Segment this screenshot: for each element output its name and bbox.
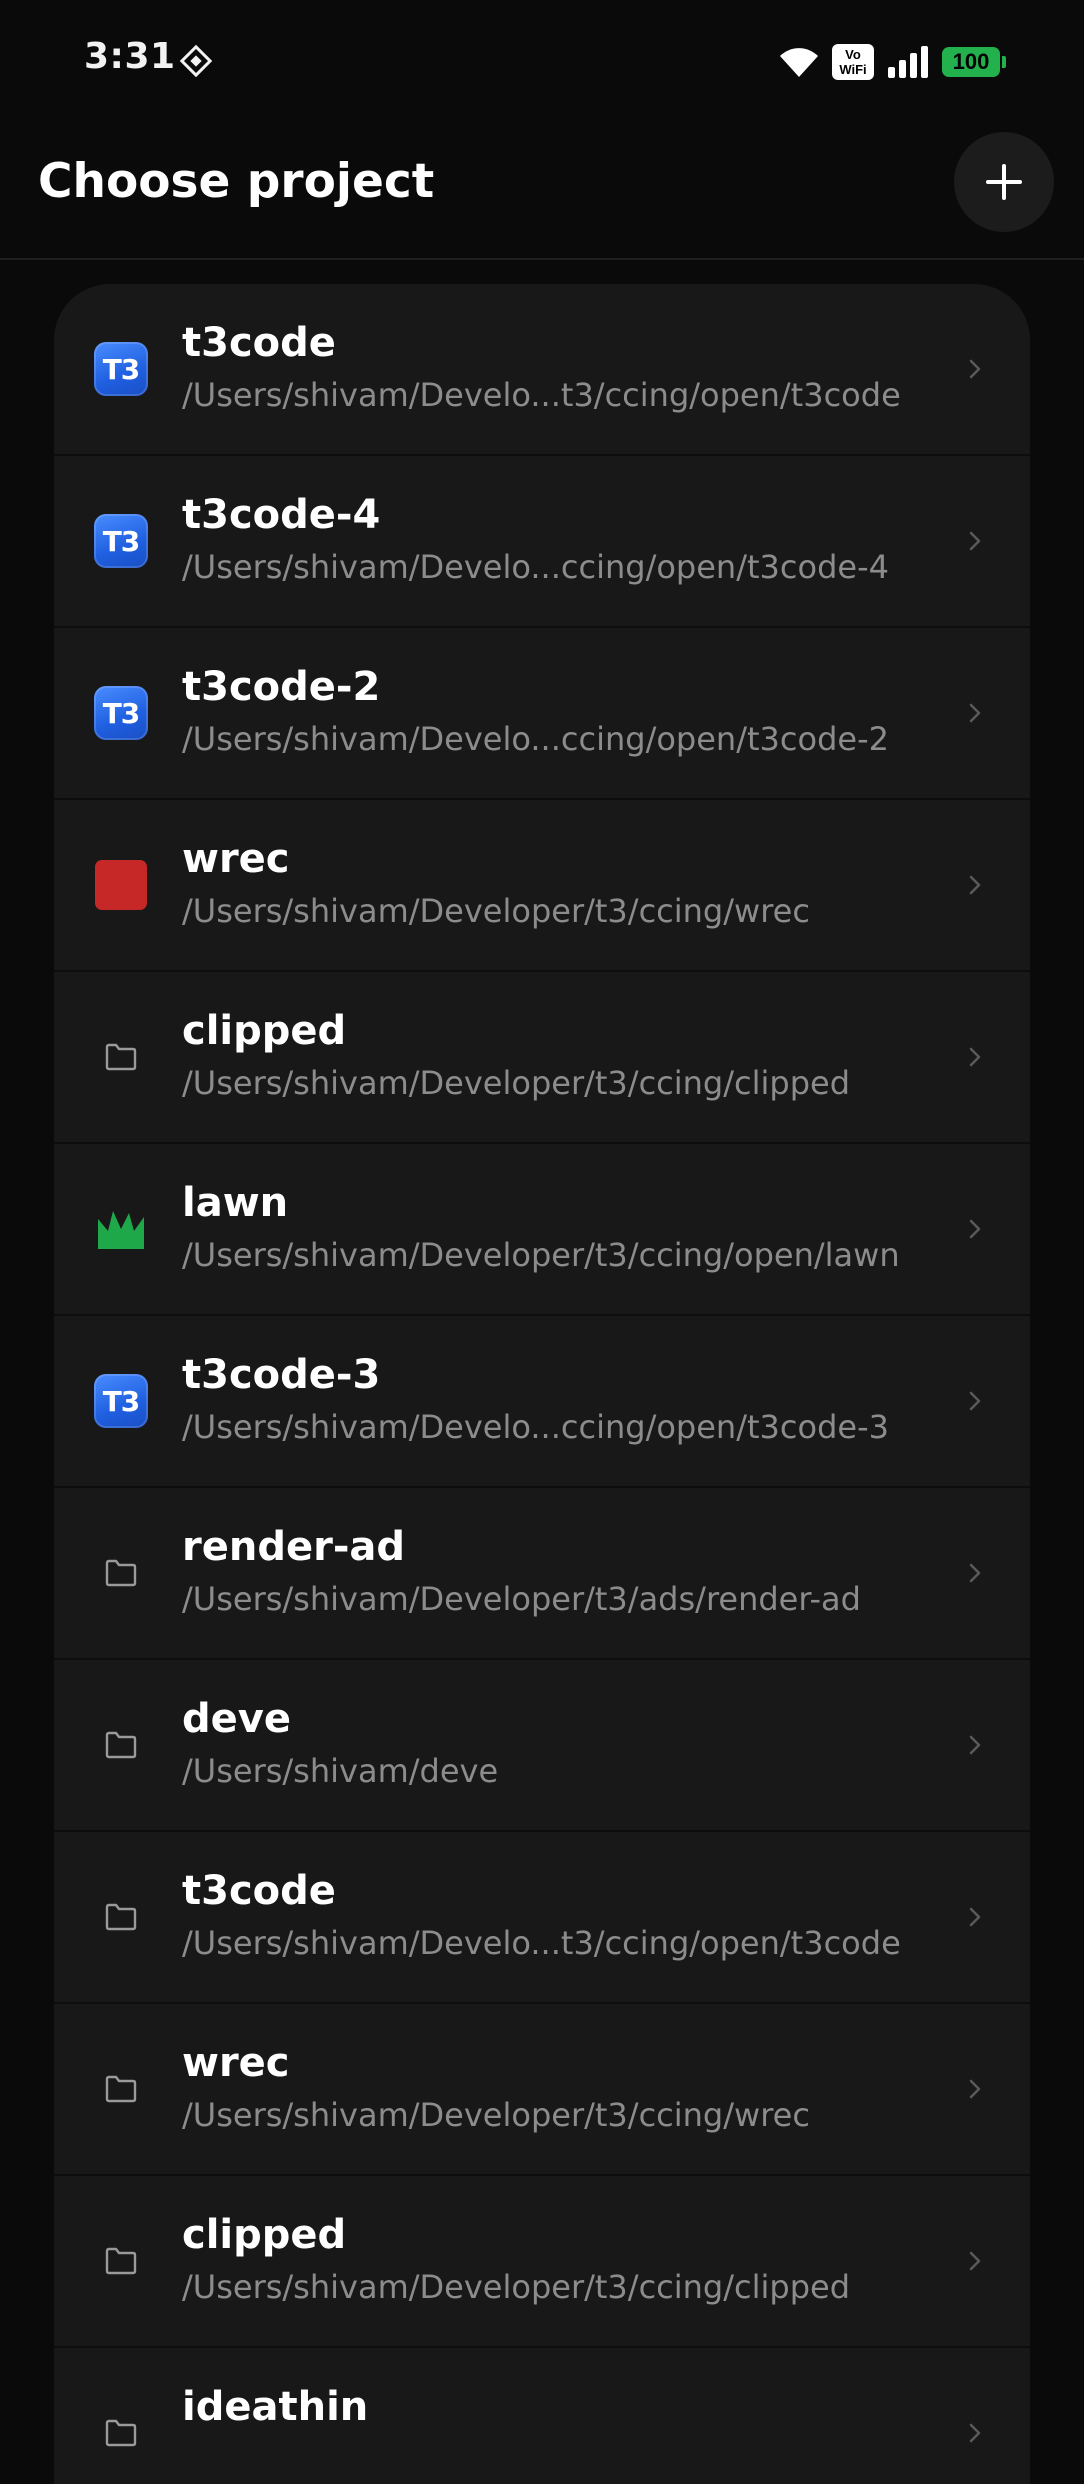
project-path: /Users/shivam/Develo...t3/ccing/open/t3c… bbox=[182, 376, 901, 414]
chevron-right-icon bbox=[969, 531, 981, 551]
project-row-12[interactable]: ideathin bbox=[54, 2348, 1030, 2484]
project-row-9[interactable]: t3code /Users/shivam/Develo...t3/ccing/o… bbox=[54, 1832, 1030, 2004]
project-icon bbox=[94, 2406, 148, 2460]
project-row-10[interactable]: wrec /Users/shivam/Developer/t3/ccing/wr… bbox=[54, 2004, 1030, 2176]
vowifi-top-label: Vo bbox=[845, 47, 861, 62]
project-icon: T3 bbox=[94, 686, 148, 740]
project-list: T3 t3code /Users/shivam/Develo...t3/ccin… bbox=[54, 284, 1030, 2484]
folder-icon bbox=[105, 1043, 137, 1071]
project-path: /Users/shivam/deve bbox=[182, 1752, 499, 1790]
project-name: wrec bbox=[182, 2040, 290, 2086]
battery-icon: 100 bbox=[942, 47, 1006, 77]
project-name: deve bbox=[182, 1696, 291, 1742]
t3-icon: T3 bbox=[94, 342, 148, 396]
project-name: render-ad bbox=[182, 1524, 406, 1570]
project-icon bbox=[94, 1546, 148, 1600]
chevron-right-icon bbox=[969, 875, 981, 895]
project-path: /Users/shivam/Developer/t3/ccing/clipped bbox=[182, 1064, 851, 1102]
project-path: /Users/shivam/Developer/t3/ads/render-ad bbox=[182, 1580, 861, 1618]
project-name: t3code-4 bbox=[182, 492, 381, 538]
project-row-4[interactable]: clipped /Users/shivam/Developer/t3/ccing… bbox=[54, 972, 1030, 1144]
project-icon bbox=[94, 1890, 148, 1944]
project-name: lawn bbox=[182, 1180, 289, 1226]
project-icon: T3 bbox=[94, 342, 148, 396]
status-bar: 3:31 Vo WiFi 100 bbox=[0, 0, 1084, 124]
folder-icon bbox=[105, 1903, 137, 1931]
project-row-2[interactable]: T3 t3code-2 /Users/shivam/Develo...ccing… bbox=[54, 628, 1030, 800]
chevron-right-icon bbox=[969, 1219, 981, 1239]
project-row-0[interactable]: T3 t3code /Users/shivam/Develo...t3/ccin… bbox=[54, 284, 1030, 456]
chevron-right-icon bbox=[969, 2423, 981, 2443]
folder-icon bbox=[105, 1559, 137, 1587]
project-row-7[interactable]: render-ad /Users/shivam/Developer/t3/ads… bbox=[54, 1488, 1030, 1660]
project-icon bbox=[94, 2234, 148, 2288]
app-notification-icon bbox=[179, 44, 213, 78]
folder-icon bbox=[105, 2247, 137, 2275]
t3-icon: T3 bbox=[94, 686, 148, 740]
project-path: /Users/shivam/Developer/t3/ccing/clipped bbox=[182, 2268, 851, 2306]
project-icon: T3 bbox=[94, 514, 148, 568]
battery-tip bbox=[1002, 56, 1006, 68]
folder-icon bbox=[105, 2075, 137, 2103]
chevron-right-icon bbox=[969, 2251, 981, 2271]
project-path: /Users/shivam/Developer/t3/ccing/open/la… bbox=[182, 1236, 900, 1274]
project-name: wrec bbox=[182, 836, 290, 882]
project-path: /Users/shivam/Developer/t3/ccing/wrec bbox=[182, 2096, 810, 2134]
project-name: t3code bbox=[182, 320, 336, 366]
project-row-5[interactable]: lawn /Users/shivam/Developer/t3/ccing/op… bbox=[54, 1144, 1030, 1316]
project-path: /Users/shivam/Develo...t3/ccing/open/t3c… bbox=[182, 1924, 901, 1962]
project-path: /Users/shivam/Develo...ccing/open/t3code… bbox=[182, 720, 889, 758]
status-icons: Vo WiFi 100 bbox=[778, 40, 1006, 84]
project-path: /Users/shivam/Develo...ccing/open/t3code… bbox=[182, 1408, 889, 1446]
project-row-3[interactable]: wrec /Users/shivam/Developer/t3/ccing/wr… bbox=[54, 800, 1030, 972]
project-row-8[interactable]: deve /Users/shivam/deve bbox=[54, 1660, 1030, 1832]
project-row-6[interactable]: T3 t3code-3 /Users/shivam/Develo...ccing… bbox=[54, 1316, 1030, 1488]
project-name: clipped bbox=[182, 1008, 347, 1054]
vowifi-icon: Vo WiFi bbox=[832, 44, 874, 80]
project-icon: T3 bbox=[94, 1374, 148, 1428]
add-project-button[interactable] bbox=[954, 132, 1054, 232]
chevron-right-icon bbox=[969, 1735, 981, 1755]
chevron-right-icon bbox=[969, 1391, 981, 1411]
project-path: /Users/shivam/Develo...ccing/open/t3code… bbox=[182, 548, 889, 586]
project-icon bbox=[94, 858, 148, 912]
chevron-right-icon bbox=[969, 2079, 981, 2099]
project-path: /Users/shivam/Developer/t3/ccing/wrec bbox=[182, 892, 810, 930]
red-square-icon bbox=[95, 860, 147, 910]
project-name: t3code-3 bbox=[182, 1352, 381, 1398]
battery-level: 100 bbox=[952, 49, 990, 74]
vowifi-bottom-label: WiFi bbox=[839, 62, 867, 77]
chevron-right-icon bbox=[969, 703, 981, 723]
project-icon bbox=[94, 2062, 148, 2116]
project-name: t3code bbox=[182, 1868, 336, 1914]
grass-icon bbox=[98, 1211, 144, 1249]
chevron-right-icon bbox=[969, 1563, 981, 1583]
folder-icon bbox=[105, 2419, 137, 2447]
project-name: ideathin bbox=[182, 2384, 369, 2430]
status-time: 3:31 bbox=[84, 36, 176, 77]
t3-icon: T3 bbox=[94, 514, 148, 568]
signal-icon bbox=[888, 46, 928, 78]
project-name: clipped bbox=[182, 2212, 347, 2258]
project-row-1[interactable]: T3 t3code-4 /Users/shivam/Develo...ccing… bbox=[54, 456, 1030, 628]
plus-icon bbox=[986, 164, 1022, 200]
chevron-right-icon bbox=[969, 1907, 981, 1927]
page-title: Choose project bbox=[38, 154, 435, 209]
header: Choose project bbox=[0, 124, 1084, 260]
project-icon bbox=[94, 1202, 148, 1256]
project-row-11[interactable]: clipped /Users/shivam/Developer/t3/ccing… bbox=[54, 2176, 1030, 2348]
chevron-right-icon bbox=[969, 1047, 981, 1067]
folder-icon bbox=[105, 1731, 137, 1759]
project-icon bbox=[94, 1030, 148, 1084]
project-icon bbox=[94, 1718, 148, 1772]
chevron-right-icon bbox=[969, 359, 981, 379]
project-name: t3code-2 bbox=[182, 664, 381, 710]
wifi-icon bbox=[780, 48, 818, 77]
t3-icon: T3 bbox=[94, 1374, 148, 1428]
